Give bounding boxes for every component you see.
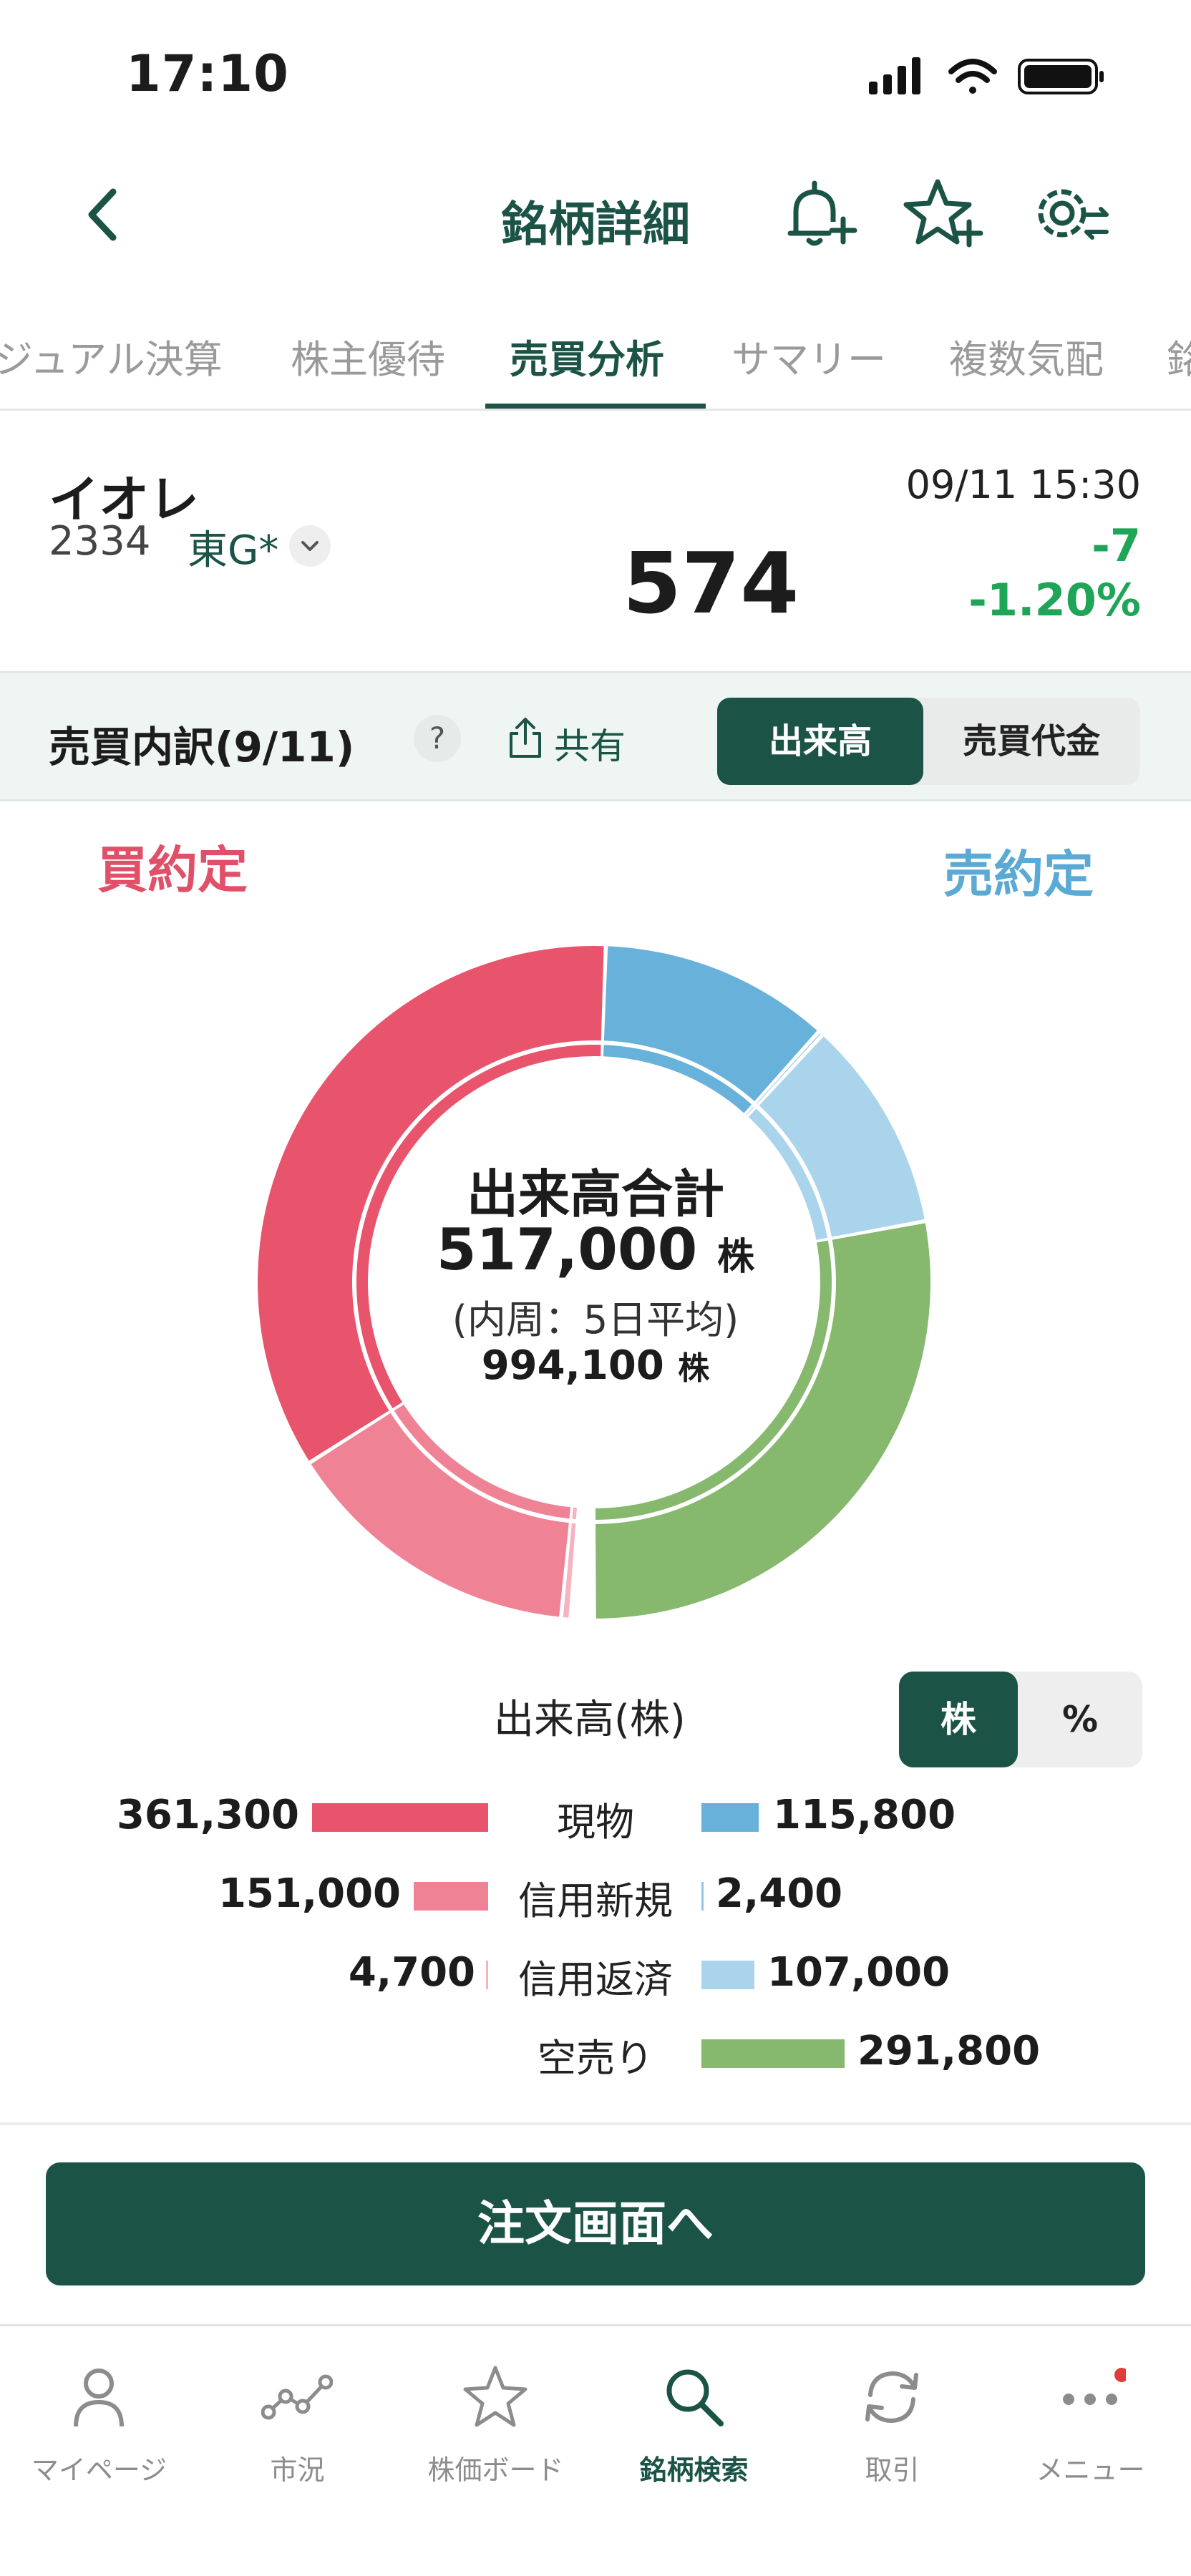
legend-row-cash: 361,300 現物 115,800 <box>0 1787 1191 1845</box>
share-icon <box>510 718 541 758</box>
buy-side-label: 買約定 <box>97 841 248 899</box>
settings-icon[interactable] <box>1025 172 1111 258</box>
unit-percent-button[interactable]: % <box>1018 1672 1142 1767</box>
mode-value-button[interactable]: 売買代金 <box>923 698 1139 785</box>
price-change: -7 <box>1092 519 1141 572</box>
legend-header: 出来高(株) <box>494 1697 686 1743</box>
row-label: 信用新規 <box>518 1878 673 1923</box>
alert-add-icon[interactable] <box>774 172 860 258</box>
detail-tabs: ジュアル決算 株主優待 売買分析 サマリー 複数気配 銘 <box>0 315 1191 411</box>
row-label: 信用返済 <box>518 1957 673 2002</box>
tabbar-label: 取引 <box>865 2454 920 2486</box>
status-icons <box>869 57 1104 94</box>
tabbar-item-mypage[interactable]: マイページ <box>0 2348 198 2491</box>
row-label: 空売り <box>538 2036 653 2081</box>
tabbar-item-trade[interactable]: 取引 <box>793 2348 991 2491</box>
chevron-down-icon[interactable] <box>289 525 331 567</box>
tabbar-label: 銘柄検索 <box>639 2454 749 2486</box>
order-screen-button[interactable]: 注文画面へ <box>46 2162 1145 2285</box>
breakdown-title: 売買内訳(9/11) <box>49 723 355 771</box>
tabbar-item-board[interactable]: 株価ボード <box>397 2348 595 2491</box>
buy-segment-outer-1 <box>311 1413 569 1617</box>
buy-segment-inner-2 <box>572 1507 578 1520</box>
signal-icon <box>869 57 920 94</box>
search-icon <box>666 2369 724 2426</box>
tabbar-label: マイページ <box>31 2454 167 2486</box>
quote-header: イオレ 2334 東G* 574 09/11 15:30 -7 -1.20% <box>0 412 1191 670</box>
wifi-icon <box>948 59 997 94</box>
sell-value: 107,000 <box>767 1949 951 1996</box>
stock-code: 2334 <box>49 518 151 565</box>
active-tab-indicator <box>485 404 706 409</box>
battery-icon <box>1018 59 1104 94</box>
buy-value: 4,700 <box>348 1949 475 1996</box>
unit-toggle: 株 % <box>899 1672 1142 1767</box>
market-line-icon <box>261 2374 333 2420</box>
sell-bar <box>701 1961 754 1989</box>
person-icon <box>74 2368 124 2427</box>
breakdown-header: 売買内訳(9/11) ? 共有 出来高 売買代金 <box>0 671 1191 801</box>
buy-bar <box>312 1803 488 1832</box>
refresh-icon <box>865 2371 918 2424</box>
price-change-percent: -1.20% <box>968 574 1141 626</box>
legend-row-margin-close: 4,700 信用返済 107,000 <box>0 1945 1191 2002</box>
row-label: 現物 <box>557 1800 634 1845</box>
buy-value: 151,000 <box>218 1870 401 1917</box>
quote-time: 09/11 15:30 <box>905 462 1141 507</box>
mode-volume-button[interactable]: 出来高 <box>717 698 923 785</box>
sell-bar <box>701 1803 759 1832</box>
notification-dot <box>1114 2368 1126 2382</box>
tab-trade-analysis[interactable]: 売買分析 <box>510 328 664 384</box>
mode-segmented-control: 出来高 売買代金 <box>717 698 1139 785</box>
tabbar-item-market[interactable]: 市況 <box>198 2348 397 2491</box>
tabbar-label: メニュー <box>1036 2454 1145 2486</box>
legend-row-margin-new: 151,000 信用新規 2,400 <box>0 1866 1191 1923</box>
stock-market[interactable]: 東G* <box>188 518 278 576</box>
share-label: 共有 <box>554 726 626 767</box>
sell-value: 2,400 <box>716 1870 843 1917</box>
unit-shares-button[interactable]: 株 <box>899 1672 1018 1767</box>
tab-summary[interactable]: サマリー <box>731 328 886 384</box>
star-icon <box>463 2366 528 2427</box>
tab-more[interactable]: 銘 <box>1167 328 1191 384</box>
tabbar-item-search[interactable]: 銘柄検索 <box>595 2348 793 2491</box>
donut-center-average: 994,100 株 <box>0 1342 1191 1389</box>
legend-row-short-sell: 空売り 291,800 <box>0 2024 1191 2081</box>
donut-center-total: 517,000 株 <box>0 1216 1191 1283</box>
buy-value: 361,300 <box>116 1792 299 1838</box>
average-unit: 株 <box>678 1350 710 1387</box>
status-time: 17:10 <box>126 44 289 103</box>
buy-bar <box>414 1882 488 1911</box>
tabbar-label: 市況 <box>270 2454 325 2486</box>
total-unit: 株 <box>717 1236 755 1279</box>
help-button[interactable]: ? <box>414 715 461 762</box>
tab-visual-results[interactable]: ジュアル決算 <box>0 328 223 384</box>
average-volume: 994,100 <box>481 1342 664 1389</box>
tabbar-item-menu[interactable]: メニュー <box>991 2348 1190 2491</box>
tab-quotes[interactable]: 複数気配 <box>949 328 1104 384</box>
current-price: 574 <box>623 534 799 633</box>
tab-shareholder-benefits[interactable]: 株主優待 <box>291 328 445 384</box>
section-divider <box>0 2122 1191 2125</box>
total-volume: 517,000 <box>436 1216 698 1283</box>
bottom-tab-bar: マイページ 市況 株価ボード 銘柄検索 取引 メニュー <box>0 2324 1191 2576</box>
more-icon <box>1063 2368 1126 2405</box>
sell-bar <box>701 1882 704 1911</box>
sell-value: 291,800 <box>857 2028 1041 2074</box>
sell-bar <box>701 2039 845 2068</box>
page-title: 銘柄詳細 <box>501 197 690 252</box>
tabbar-label: 株価ボード <box>427 2454 564 2486</box>
inner-ring-note: (内周：5日平均) <box>452 1297 739 1342</box>
nav-bar: 銘柄詳細 <box>0 150 1191 272</box>
sell-side-label: 売約定 <box>943 845 1094 904</box>
sell-value: 115,800 <box>773 1792 956 1838</box>
favorite-add-icon[interactable] <box>899 172 985 258</box>
status-bar: 17:10 <box>0 0 1191 150</box>
